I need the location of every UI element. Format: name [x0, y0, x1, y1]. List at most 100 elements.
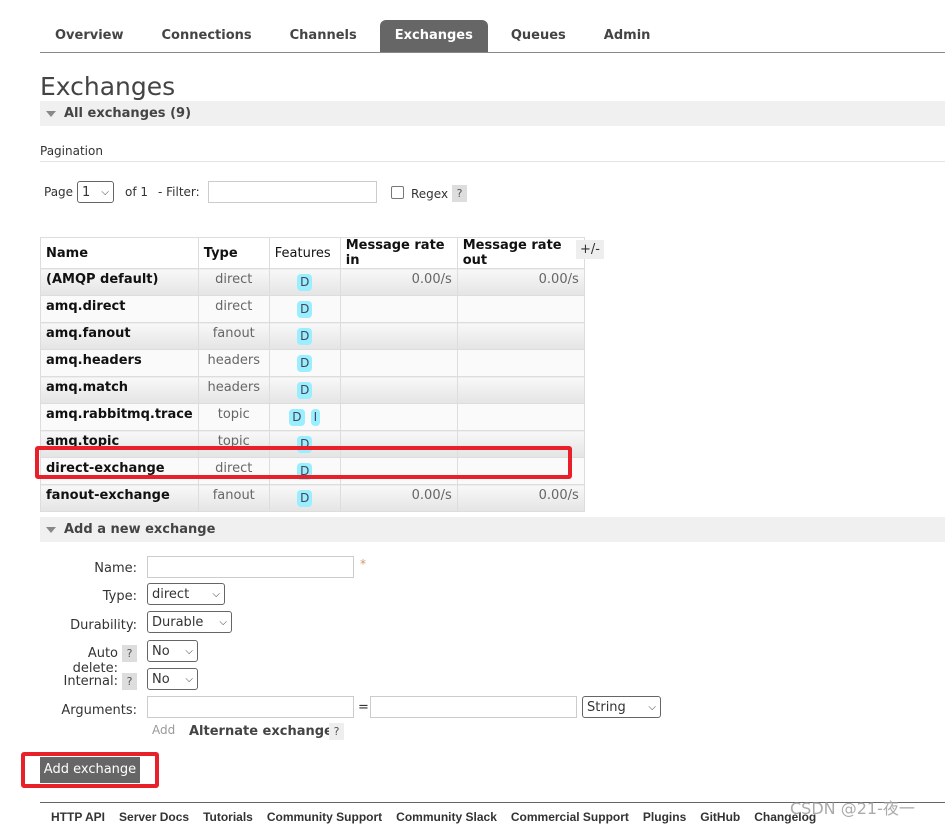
durability-select[interactable]: Durable ⌵ — [147, 611, 232, 633]
page-of: of 1 — [125, 185, 149, 199]
argument-type-select[interactable]: String ⌵ — [582, 696, 661, 718]
features-cell: D — [268, 322, 341, 350]
highlight-box — [35, 446, 572, 479]
chevron-down-icon: ⌵ — [648, 701, 656, 713]
exchange-type: headers — [197, 349, 270, 377]
exchange-name-link[interactable]: amq.direct — [40, 295, 199, 323]
rate-in — [339, 376, 458, 404]
tab-overview[interactable]: Overview — [40, 20, 139, 52]
tab-channels[interactable]: Channels — [275, 20, 372, 52]
exchange-type: headers — [197, 376, 270, 404]
footer-link[interactable]: Community Support — [267, 810, 382, 824]
chevron-down-icon: ⌵ — [219, 616, 227, 628]
alternate-exchange-help-button[interactable]: ? — [329, 723, 344, 740]
features-cell: D I — [268, 403, 341, 431]
tab-exchanges[interactable]: Exchanges — [379, 20, 488, 52]
divider — [40, 161, 945, 162]
features-cell: D — [268, 268, 341, 296]
feature-badge: I — [310, 409, 321, 426]
footer-link[interactable]: Tutorials — [203, 810, 253, 824]
add-argument-link[interactable]: Add — [152, 723, 175, 737]
argument-value-input[interactable] — [370, 696, 577, 718]
section-title: Add a new exchange — [64, 522, 216, 537]
alternate-exchange-link[interactable]: Alternate exchange — [189, 724, 333, 739]
rate-in — [339, 403, 458, 431]
columns-toggle-button[interactable]: +/- — [576, 240, 604, 259]
table-row[interactable]: amq.direct direct D — [40, 295, 585, 323]
name-input[interactable] — [147, 556, 354, 578]
table-row[interactable]: fanout-exchange fanout D 0.00/s 0.00/s — [40, 484, 585, 512]
rate-in — [339, 295, 458, 323]
pagination-label: Pagination — [40, 144, 103, 158]
table-row[interactable]: amq.match headers D — [40, 376, 585, 404]
table-row[interactable]: amq.headers headers D — [40, 349, 585, 377]
tab-connections[interactable]: Connections — [147, 20, 267, 52]
internal-select[interactable]: No ⌵ — [147, 668, 198, 690]
regex-help-button[interactable]: ? — [452, 185, 467, 202]
rate-in — [339, 349, 458, 377]
table-row[interactable]: amq.rabbitmq.trace topic D I — [40, 403, 585, 431]
exchange-type: direct — [197, 295, 270, 323]
exchange-type: topic — [197, 403, 270, 431]
tab-admin[interactable]: Admin — [589, 20, 666, 52]
name-label: Name: — [94, 561, 137, 576]
exchange-type: fanout — [197, 484, 270, 512]
feature-badge: D — [297, 301, 313, 318]
rate-out: 0.00/s — [456, 484, 585, 512]
required-mark: * — [360, 557, 366, 571]
add-exchange-toggle[interactable]: Add a new exchange — [40, 517, 945, 542]
col-rate-in[interactable]: Message rate in — [339, 237, 458, 269]
section-title: All exchanges (9) — [64, 106, 192, 121]
auto-delete-help-button[interactable]: ? — [122, 645, 137, 662]
feature-badge: D — [297, 382, 313, 399]
footer-link[interactable]: Community Slack — [396, 810, 497, 824]
watermark: CSDN @21-夜一 — [790, 799, 915, 818]
rate-in: 0.00/s — [339, 484, 458, 512]
argument-key-input[interactable] — [147, 696, 354, 718]
arguments-label: Arguments: — [61, 703, 137, 718]
filter-input[interactable] — [208, 181, 377, 203]
regex-checkbox[interactable] — [391, 186, 404, 199]
page-select[interactable]: 1 ⌵ — [77, 181, 114, 203]
footer-link[interactable]: Commercial Support — [511, 810, 629, 824]
exchange-name-link[interactable]: amq.rabbitmq.trace — [40, 403, 199, 431]
footer-link[interactable]: GitHub — [700, 810, 740, 824]
exchange-name-link[interactable]: amq.headers — [40, 349, 199, 377]
internal-help-button[interactable]: ? — [122, 673, 137, 690]
exchange-type: fanout — [197, 322, 270, 350]
regex-label: Regex — [411, 187, 449, 201]
page-title: Exchanges — [40, 72, 176, 101]
feature-badge: D — [297, 328, 313, 345]
footer-link[interactable]: HTTP API — [51, 810, 105, 824]
table-row[interactable]: amq.fanout fanout D — [40, 322, 585, 350]
col-type[interactable]: Type — [197, 237, 270, 269]
tab-queues[interactable]: Queues — [496, 20, 581, 52]
type-select[interactable]: direct ⌵ — [147, 583, 225, 605]
add-exchange-button[interactable]: Add exchange — [40, 757, 140, 783]
footer-link[interactable]: Plugins — [643, 810, 686, 824]
exchange-name-link[interactable]: amq.match — [40, 376, 199, 404]
chevron-down-icon: ⌵ — [212, 588, 220, 600]
chevron-down-icon: ⌵ — [185, 645, 193, 657]
rate-out — [456, 403, 585, 431]
col-rate-out[interactable]: Message rate out — [456, 237, 585, 269]
feature-badge: D — [297, 274, 313, 291]
all-exchanges-toggle[interactable]: All exchanges (9) — [40, 101, 945, 126]
exchange-name-link[interactable]: amq.fanout — [40, 322, 199, 350]
footer-link[interactable]: Server Docs — [119, 810, 189, 824]
features-cell: D — [268, 376, 341, 404]
table-row[interactable]: (AMQP default) direct D 0.00/s 0.00/s — [40, 268, 585, 296]
auto-delete-select[interactable]: No ⌵ — [147, 640, 198, 662]
features-cell: D — [268, 484, 341, 512]
auto-delete-label: Auto delete: — [72, 646, 118, 676]
exchange-name-link[interactable]: (AMQP default) — [40, 268, 199, 296]
type-label: Type: — [102, 589, 137, 604]
rate-out: 0.00/s — [456, 268, 585, 296]
feature-badge: D — [289, 409, 305, 426]
rate-out — [456, 376, 585, 404]
col-name[interactable]: Name — [40, 237, 199, 269]
argument-equals: = — [358, 700, 369, 715]
page-label: Page — [44, 185, 74, 199]
features-cell: D — [268, 295, 341, 323]
exchange-name-link[interactable]: fanout-exchange — [40, 484, 199, 512]
